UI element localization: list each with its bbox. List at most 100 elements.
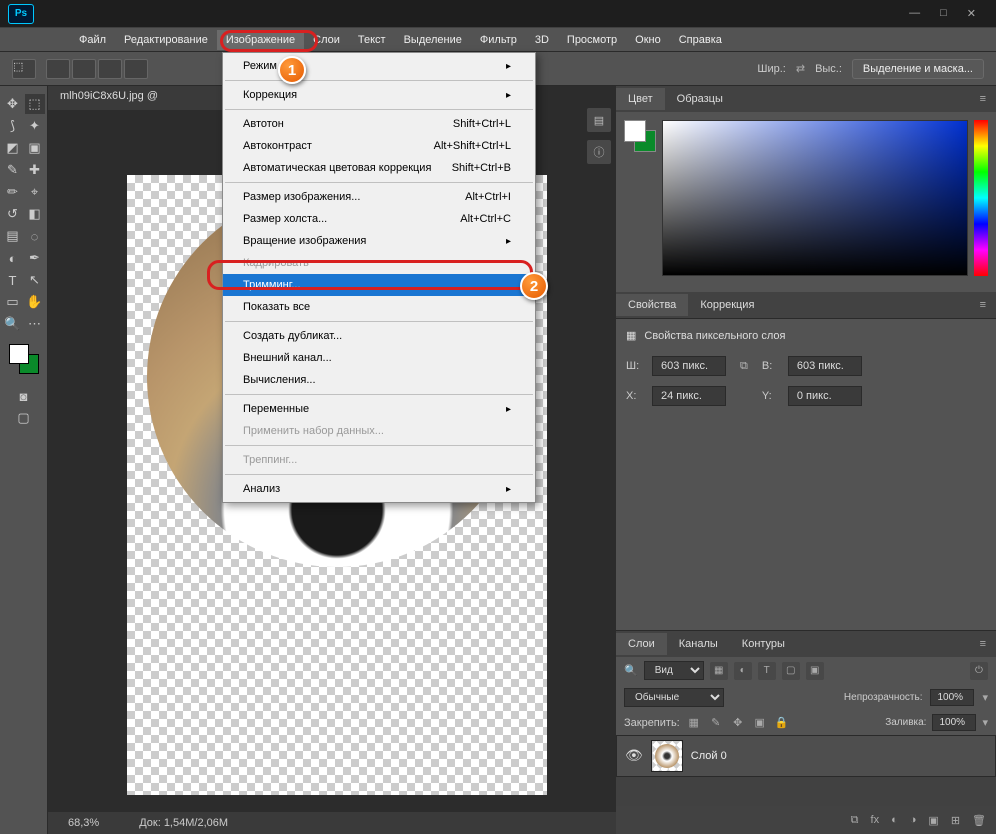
fx-icon[interactable]: fx xyxy=(871,814,880,826)
dodge-tool[interactable]: ◐ xyxy=(3,248,23,268)
zoom-level[interactable]: 68,3% xyxy=(68,817,99,829)
menu-3d[interactable]: 3D xyxy=(526,30,558,50)
zoom-tool[interactable]: 🔍 xyxy=(3,314,23,334)
history-brush-tool[interactable]: ↺ xyxy=(3,204,23,224)
menu-item--[interactable]: Показать все xyxy=(223,296,535,318)
selection-new-icon[interactable] xyxy=(46,59,70,79)
menu-item--[interactable]: АвтотонShift+Ctrl+L xyxy=(223,113,535,135)
swap-icon[interactable]: ⇄ xyxy=(796,62,805,75)
menu-файл[interactable]: Файл xyxy=(70,30,115,50)
lock-brush-icon[interactable]: ✎ xyxy=(708,715,724,731)
selection-intersect-icon[interactable] xyxy=(124,59,148,79)
link-layers-icon[interactable]: ⧉ xyxy=(851,814,859,827)
screenmode-icon[interactable]: ▢ xyxy=(14,408,34,428)
shape-tool[interactable]: ▭ xyxy=(3,292,23,312)
menu-item--[interactable]: Переменные xyxy=(223,398,535,420)
history-panel-icon[interactable]: ▤ xyxy=(587,108,611,132)
mask-icon[interactable]: ◐ xyxy=(891,814,898,826)
brush-tool[interactable]: ✏ xyxy=(3,182,23,202)
selection-subtract-icon[interactable] xyxy=(98,59,122,79)
tab-color[interactable]: Цвет xyxy=(616,88,665,110)
eraser-tool[interactable]: ◧ xyxy=(25,204,45,224)
edit-toolbar[interactable]: ⋯ xyxy=(25,314,45,334)
path-tool[interactable]: ↖ xyxy=(25,270,45,290)
width-input[interactable] xyxy=(652,356,726,376)
x-input[interactable] xyxy=(652,386,726,406)
menu-item--[interactable]: Внешний канал... xyxy=(223,347,535,369)
menu-редактирование[interactable]: Редактирование xyxy=(115,30,217,50)
link-icon[interactable]: ⧉ xyxy=(736,360,752,373)
pen-tool[interactable]: ✒ xyxy=(25,248,45,268)
menu-фильтр[interactable]: Фильтр xyxy=(471,30,526,50)
filter-shape-icon[interactable]: ▢ xyxy=(782,662,800,680)
blend-mode-select[interactable]: Обычные xyxy=(624,688,724,707)
menu-выделение[interactable]: Выделение xyxy=(395,30,471,50)
tab-adjustments[interactable]: Коррекция xyxy=(688,294,766,316)
opacity-input[interactable] xyxy=(930,689,974,706)
filter-pixel-icon[interactable]: ▦ xyxy=(710,662,728,680)
panel-menu-icon[interactable]: ≡ xyxy=(970,93,996,105)
foreground-background-colors[interactable] xyxy=(9,344,39,374)
lock-position-icon[interactable]: ✥ xyxy=(730,715,746,731)
menu-item--[interactable]: Анализ xyxy=(223,478,535,500)
group-icon[interactable]: ▣ xyxy=(928,814,938,827)
lock-artboard-icon[interactable]: ▣ xyxy=(752,715,768,731)
menu-item--[interactable]: Создать дубликат... xyxy=(223,325,535,347)
menu-item--[interactable]: Тримминг... xyxy=(223,274,535,296)
move-tool[interactable]: ✥ xyxy=(3,94,23,114)
select-and-mask-button[interactable]: Выделение и маска... xyxy=(852,59,984,79)
menu-item--[interactable]: Размер изображения...Alt+Ctrl+I xyxy=(223,186,535,208)
menu-item--[interactable]: Вращение изображения xyxy=(223,230,535,252)
color-swatches[interactable] xyxy=(624,120,656,152)
blur-tool[interactable]: ◌ xyxy=(25,226,45,246)
filter-smart-icon[interactable]: ▣ xyxy=(806,662,824,680)
panel-menu-icon[interactable]: ≡ xyxy=(970,299,996,311)
chevron-down-icon[interactable]: ▾ xyxy=(982,716,988,729)
stamp-tool[interactable]: ⌖ xyxy=(25,182,45,202)
menu-справка[interactable]: Справка xyxy=(670,30,731,50)
maximize-button[interactable]: □ xyxy=(940,7,947,20)
filter-adjust-icon[interactable]: ◐ xyxy=(734,662,752,680)
hand-tool[interactable]: ✋ xyxy=(25,292,45,312)
trash-icon[interactable]: 🗑 xyxy=(972,814,986,827)
selection-add-icon[interactable] xyxy=(72,59,96,79)
filter-type-icon[interactable]: T xyxy=(758,662,776,680)
menu-item--[interactable]: АвтоконтрастAlt+Shift+Ctrl+L xyxy=(223,135,535,157)
tab-layers[interactable]: Слои xyxy=(616,633,667,655)
menu-item--[interactable]: Режим xyxy=(223,55,535,77)
type-tool[interactable]: T xyxy=(3,270,23,290)
crop-tool[interactable]: ◩ xyxy=(3,138,23,158)
menu-изображение[interactable]: Изображение xyxy=(217,30,304,50)
layer-row[interactable]: 👁 Слой 0 xyxy=(616,735,996,777)
marquee-tool[interactable]: ⬚ xyxy=(25,94,45,114)
layer-name[interactable]: Слой 0 xyxy=(691,750,727,762)
marquee-tool-icon[interactable]: ⬚ xyxy=(12,59,36,79)
close-button[interactable]: ✕ xyxy=(967,7,976,20)
color-picker[interactable] xyxy=(662,120,968,276)
menu-слои[interactable]: Слои xyxy=(304,30,349,50)
filter-toggle-icon[interactable]: ⏻ xyxy=(970,662,988,680)
tab-swatches[interactable]: Образцы xyxy=(665,88,735,110)
height-input[interactable] xyxy=(788,356,862,376)
tab-channels[interactable]: Каналы xyxy=(667,633,730,655)
eyedropper-tool[interactable]: ✎ xyxy=(3,160,23,180)
lock-pixels-icon[interactable]: ▦ xyxy=(686,715,702,731)
menu-item--[interactable]: Коррекция xyxy=(223,84,535,106)
minimize-button[interactable]: — xyxy=(909,7,920,20)
tab-properties[interactable]: Свойства xyxy=(616,294,688,316)
adjustment-icon[interactable]: ◑ xyxy=(910,814,917,826)
menu-просмотр[interactable]: Просмотр xyxy=(558,30,626,50)
filter-kind-select[interactable]: Вид xyxy=(644,661,704,680)
hue-slider[interactable] xyxy=(974,120,988,276)
wand-tool[interactable]: ✦ xyxy=(25,116,45,136)
new-layer-icon[interactable]: ⊞ xyxy=(951,814,960,827)
lasso-tool[interactable]: ⟆ xyxy=(3,116,23,136)
chevron-down-icon[interactable]: ▾ xyxy=(982,691,988,704)
gradient-tool[interactable]: ▤ xyxy=(3,226,23,246)
layer-thumbnail[interactable] xyxy=(651,740,683,772)
menu-item--[interactable]: Вычисления... xyxy=(223,369,535,391)
frame-tool[interactable]: ▣ xyxy=(25,138,45,158)
lock-all-icon[interactable]: 🔒 xyxy=(774,715,790,731)
fill-input[interactable] xyxy=(932,714,976,731)
heal-tool[interactable]: ✚ xyxy=(25,160,45,180)
